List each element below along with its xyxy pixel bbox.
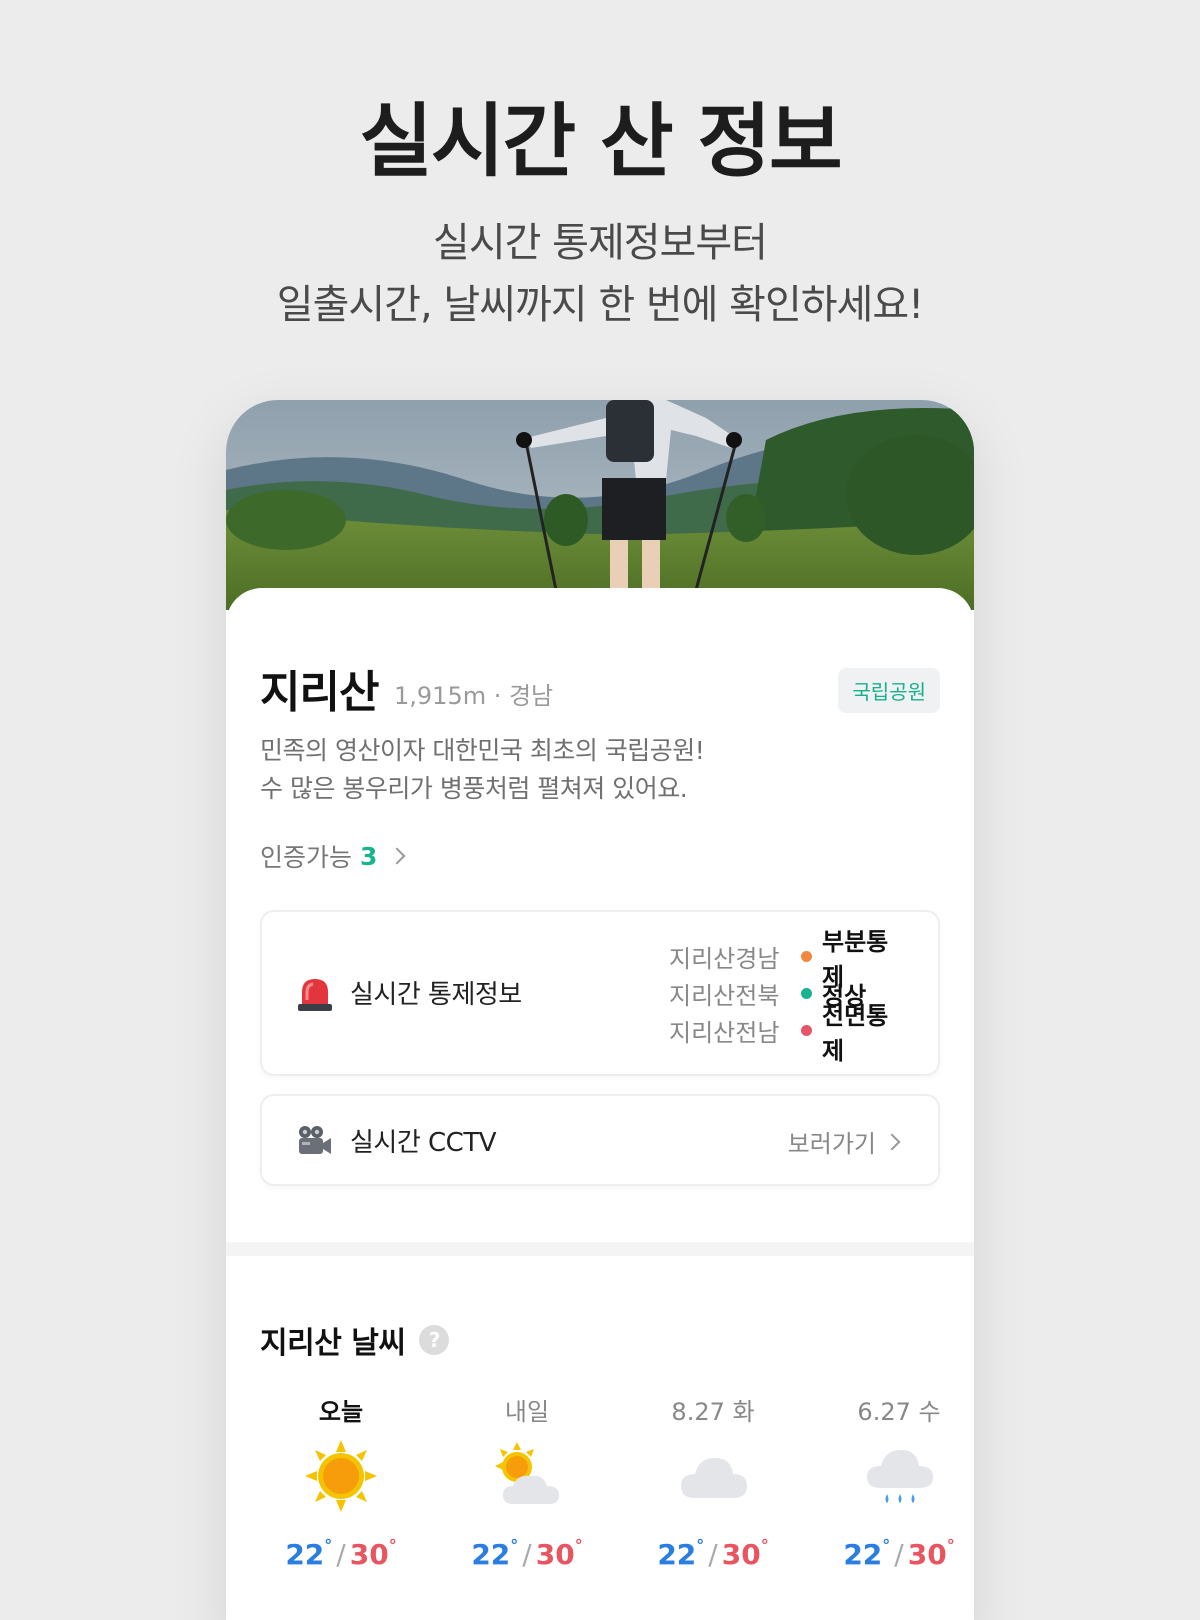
temp-separator: / bbox=[894, 1538, 904, 1571]
forecast-day[interactable]: 내일 22°/30° bbox=[452, 1392, 602, 1571]
mountain-name: 지리산 bbox=[260, 667, 379, 718]
deg-symbol: ° bbox=[388, 1536, 397, 1555]
deg-symbol: ° bbox=[324, 1536, 333, 1555]
promo-subline-2: 일출시간, 날씨까지 한 번에 확인하세요! bbox=[276, 282, 924, 328]
chevron-right-icon bbox=[388, 847, 406, 865]
mountain-description: 민족의 영산이자 대한민국 최초의 국립공원! 수 많은 봉우리가 병풍처럼 펼… bbox=[260, 732, 705, 808]
deg-symbol: ° bbox=[882, 1536, 891, 1555]
forecast-day[interactable]: 8.27 화 22°/30° bbox=[638, 1392, 788, 1571]
certification-label: 인증가능 bbox=[260, 843, 353, 872]
control-status-row: 지리산경남 부분통제 bbox=[669, 928, 908, 991]
cctv-box[interactable]: 실시간 CCTV 보러가기 bbox=[260, 1094, 940, 1186]
control-status-list: 지리산경남 부분통제 지리산전북 정상 지리산전남 전면통제 bbox=[669, 928, 908, 1065]
status-dot bbox=[801, 988, 812, 999]
forecast-temps: 22°/30° bbox=[638, 1536, 788, 1571]
cctv-link-label: 보러가기 bbox=[787, 1130, 876, 1158]
control-info-title: 실시간 통제정보 bbox=[350, 980, 522, 1010]
hero-hiker-photo bbox=[226, 400, 974, 610]
deg-symbol: ° bbox=[574, 1536, 583, 1555]
movie-camera-icon bbox=[299, 1126, 331, 1154]
status-dot bbox=[801, 951, 812, 962]
temp-separator: / bbox=[708, 1538, 718, 1571]
certification-count: 3 bbox=[360, 841, 378, 871]
description-line-1: 민족의 영산이자 대한민국 최초의 국립공원! bbox=[260, 736, 705, 765]
weather-section-title: 지리산 날씨 ? bbox=[260, 1318, 450, 1362]
cctv-view-link[interactable]: 보러가기 bbox=[787, 1124, 901, 1159]
temp-separator: / bbox=[522, 1538, 532, 1571]
cctv-title: 실시간 CCTV bbox=[350, 1128, 497, 1158]
mountain-meta: 1,915m · 경남 bbox=[394, 682, 554, 710]
low-temp: 22 bbox=[471, 1538, 511, 1571]
forecast-day-label: 8.27 화 bbox=[671, 1398, 755, 1426]
weather-forecast: 오늘 22°/30° 내일 22° / 30° 8.27 화 22° / 30°… bbox=[266, 1392, 974, 1592]
weather-title: 지리산 날씨 bbox=[260, 1326, 406, 1361]
forecast-day[interactable]: 오늘 22°/30° bbox=[266, 1392, 416, 1571]
description-line-2: 수 많은 봉우리가 병풍처럼 펼쳐져 있어요. bbox=[260, 774, 688, 803]
control-info-box[interactable]: 실시간 통제정보 지리산경남 부분통제 지리산전북 정상 지리산전남 전면통제 bbox=[260, 910, 940, 1076]
mountain-info-card: 지리산 1,915m · 경남 국립공원 민족의 영산이자 대한민국 최초의 국… bbox=[226, 588, 974, 1620]
forecast-temps: 22°/30° bbox=[266, 1536, 416, 1571]
section-divider bbox=[226, 1242, 974, 1256]
control-status-row: 지리산전남 전면통제 bbox=[669, 1002, 908, 1065]
low-temp: 22 bbox=[657, 1538, 697, 1571]
status-region: 지리산경남 bbox=[669, 945, 780, 973]
status-dot bbox=[801, 1025, 812, 1036]
phone-screen: 지리산 1,915m · 경남 국립공원 민족의 영산이자 대한민국 최초의 국… bbox=[226, 400, 974, 1620]
national-park-badge: 국립공원 bbox=[838, 668, 940, 713]
forecast-day-label: 6.27 수 bbox=[857, 1398, 941, 1426]
deg-symbol: ° bbox=[760, 1536, 769, 1555]
chevron-right-icon bbox=[883, 1133, 901, 1150]
certification-link[interactable]: 인증가능 3 bbox=[260, 838, 406, 874]
temp-separator: / bbox=[336, 1538, 346, 1571]
high-temp: 30 bbox=[721, 1538, 761, 1571]
status-region: 지리산전북 bbox=[669, 982, 780, 1010]
rain-icon bbox=[867, 1450, 933, 1503]
forecast-day-label: 오늘 bbox=[318, 1398, 364, 1426]
low-temp: 22 bbox=[285, 1538, 325, 1571]
high-temp: 30 bbox=[535, 1538, 575, 1571]
forecast-temps: 22°/30° bbox=[452, 1536, 602, 1571]
deg-symbol: ° bbox=[696, 1536, 705, 1555]
sun-icon bbox=[305, 1440, 377, 1512]
deg-symbol: ° bbox=[510, 1536, 519, 1555]
promo-headline: 실시간 산 정보 bbox=[359, 95, 842, 188]
forecast-temps: 22°/30° bbox=[824, 1536, 974, 1571]
promo-subline-1: 실시간 통제정보부터 bbox=[433, 220, 768, 266]
siren-icon bbox=[298, 979, 332, 1011]
partly-cloudy-icon bbox=[495, 1442, 559, 1504]
deg-symbol: ° bbox=[946, 1536, 955, 1555]
high-temp: 30 bbox=[349, 1538, 389, 1571]
forecast-day[interactable]: 6.27 수 22°/30° bbox=[824, 1392, 974, 1571]
forecast-day-label: 내일 bbox=[504, 1398, 550, 1426]
status-state: 전면통제 bbox=[822, 1001, 889, 1065]
high-temp: 30 bbox=[907, 1538, 947, 1571]
help-icon[interactable]: ? bbox=[419, 1325, 450, 1355]
status-region: 지리산전남 bbox=[669, 1019, 780, 1047]
cloud-icon bbox=[681, 1458, 747, 1498]
promo-subline: 실시간 통제정보부터 일출시간, 날씨까지 한 번에 확인하세요! bbox=[0, 212, 1200, 336]
low-temp: 22 bbox=[843, 1538, 883, 1571]
